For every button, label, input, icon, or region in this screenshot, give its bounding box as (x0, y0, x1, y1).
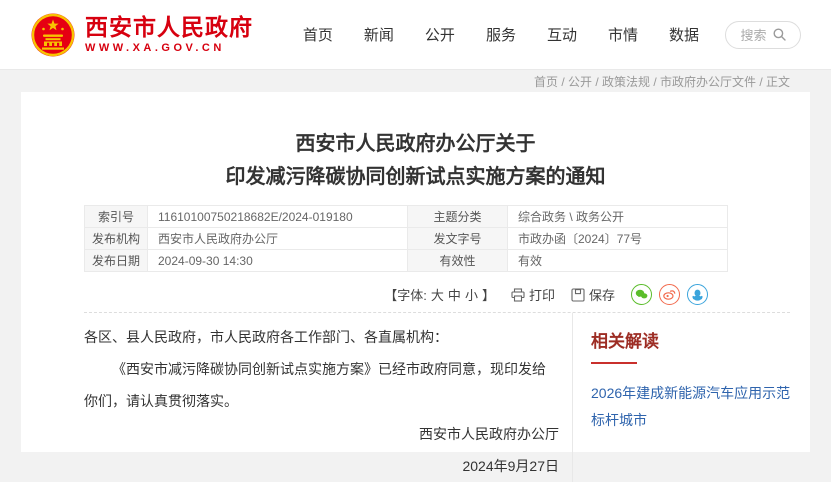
weibo-icon (663, 289, 676, 300)
table-row: 发布机构 西安市人民政府办公厅 发文字号 市政办函〔2024〕77号 (85, 228, 728, 250)
body-paragraph: 《西安市减污降碳协同创新试点实施方案》已经市政府同意，现印发给你们，请认真贯彻落… (84, 353, 559, 417)
national-emblem-icon (30, 12, 76, 58)
article-body: 各区、县人民政府，市人民政府各工作部门、各直属机构： 《西安市减污降碳协同创新试… (84, 313, 559, 482)
font-size-control: 【字体: 大 中 小 】 (384, 285, 495, 304)
meta-label-pubdate: 发布日期 (85, 250, 148, 272)
table-row: 索引号 11610100750218682E/2024-019180 主题分类 … (85, 206, 728, 228)
nav-item-services[interactable]: 服务 (486, 24, 516, 45)
save-label: 保存 (589, 285, 615, 304)
meta-value-pubdate: 2024-09-30 14:30 (148, 250, 408, 272)
content-row: 各区、县人民政府，市人民政府各工作部门、各直属机构： 《西安市减污降碳协同创新试… (84, 313, 810, 482)
share-qq-button[interactable] (687, 284, 708, 305)
search-label: 搜索 (740, 25, 766, 44)
related-reading-underline (591, 362, 637, 364)
article-toolbar: 【字体: 大 中 小 】 打印 保存 (21, 284, 708, 305)
table-row: 发布日期 2024-09-30 14:30 有效性 有效 (85, 250, 728, 272)
share-wechat-button[interactable] (631, 284, 652, 305)
meta-label-index: 索引号 (85, 206, 148, 228)
document-meta-table: 索引号 11610100750218682E/2024-019180 主题分类 … (84, 205, 728, 272)
share-buttons (631, 284, 708, 305)
wechat-icon (635, 289, 648, 300)
meta-value-index: 11610100750218682E/2024-019180 (148, 206, 408, 228)
save-icon (571, 288, 585, 302)
share-weibo-button[interactable] (659, 284, 680, 305)
meta-label-docnum: 发文字号 (408, 228, 508, 250)
font-label-suffix: 】 (482, 285, 495, 304)
nav-item-public[interactable]: 公开 (425, 24, 455, 45)
breadcrumb-bar: 首页 / 公开 / 政策法规 / 市政府办公厅文件 / 正文 (0, 70, 831, 92)
meta-label-topic: 主题分类 (408, 206, 508, 228)
meta-label-issuer: 发布机构 (85, 228, 148, 250)
qq-icon (692, 289, 703, 301)
meta-value-docnum: 市政办函〔2024〕77号 (508, 228, 728, 250)
search-button[interactable]: 搜索 (725, 21, 801, 49)
main-nav: 首页 新闻 公开 服务 互动 市情 数据 (303, 24, 699, 45)
print-button[interactable]: 打印 (511, 285, 555, 304)
site-name: 西安市人民政府 (85, 15, 253, 40)
nav-item-interact[interactable]: 互动 (547, 24, 577, 45)
font-size-medium[interactable]: 中 (448, 285, 461, 304)
meta-value-topic: 综合政务 \ 政务公开 (508, 206, 728, 228)
related-reading-panel: 相关解读 2026年建成新能源汽车应用示范标杆城市 (572, 313, 786, 482)
nav-item-home[interactable]: 首页 (303, 24, 333, 45)
title-line-1: 西安市人民政府办公厅关于 (21, 128, 810, 161)
nav-item-city[interactable]: 市情 (608, 24, 638, 45)
meta-value-validity: 有效 (508, 250, 728, 272)
related-reading-link[interactable]: 2026年建成新能源汽车应用示范标杆城市 (591, 380, 791, 434)
signature-date: 2024年9月27日 (84, 450, 559, 482)
meta-value-issuer: 西安市人民政府办公厅 (148, 228, 408, 250)
search-icon (773, 28, 786, 41)
page-title: 西安市人民政府办公厅关于 印发减污降碳协同创新试点实施方案的通知 (21, 128, 810, 194)
title-line-2: 印发减污降碳协同创新试点实施方案的通知 (21, 161, 810, 194)
site-logo[interactable]: 西安市人民政府 WWW.XA.GOV.CN (30, 12, 253, 58)
site-header: 西安市人民政府 WWW.XA.GOV.CN 首页 新闻 公开 服务 互动 市情 … (0, 0, 831, 70)
printer-icon (511, 288, 525, 302)
site-url: WWW.XA.GOV.CN (85, 42, 253, 54)
save-button[interactable]: 保存 (571, 285, 615, 304)
meta-label-validity: 有效性 (408, 250, 508, 272)
nav-item-news[interactable]: 新闻 (364, 24, 394, 45)
breadcrumb[interactable]: 首页 / 公开 / 政策法规 / 市政府办公厅文件 / 正文 (534, 73, 790, 90)
related-reading-title: 相关解读 (591, 327, 786, 352)
salutation-paragraph: 各区、县人民政府，市人民政府各工作部门、各直属机构： (84, 321, 559, 353)
document-card: 西安市人民政府办公厅关于 印发减污降碳协同创新试点实施方案的通知 索引号 116… (21, 92, 810, 452)
print-label: 打印 (529, 285, 555, 304)
font-size-small[interactable]: 小 (465, 285, 478, 304)
signature: 西安市人民政府办公厅 (84, 418, 559, 450)
font-size-large[interactable]: 大 (431, 285, 444, 304)
logo-text: 西安市人民政府 WWW.XA.GOV.CN (85, 15, 253, 54)
font-label-prefix: 【字体: (384, 285, 427, 304)
nav-item-data[interactable]: 数据 (669, 24, 699, 45)
